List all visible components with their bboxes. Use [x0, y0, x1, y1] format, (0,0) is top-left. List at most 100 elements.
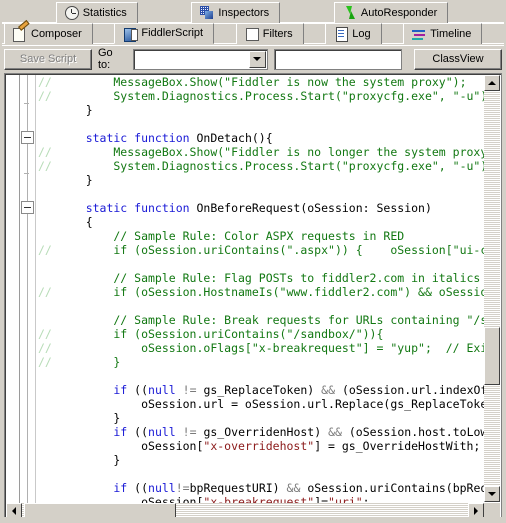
code-token: OnBeforeRequest(oSession: Session) — [196, 201, 432, 215]
code-token: } — [58, 103, 93, 117]
vertical-scrollbar[interactable] — [484, 75, 500, 502]
tab-statistics-label: Statistics — [82, 6, 127, 19]
code-line: // Sample Rule: Break requests for URLs … — [58, 313, 500, 327]
code-token: MessageBox.Show("Fiddler is no longer th… — [58, 145, 500, 159]
tab-row-secondary: Composer FiddlerScript Filters Log Timel… — [2, 23, 505, 46]
code-line: } — [58, 411, 500, 425]
code-line: MessageBox.Show("Fiddler is now the syst… — [58, 75, 500, 89]
code-token: System.Diagnostics.Process.Start("proxyc… — [58, 159, 495, 173]
tab-fiddlerscript[interactable]: FiddlerScript — [114, 23, 215, 44]
tab-row-cap — [502, 2, 505, 23]
arrow-left-icon — [12, 507, 16, 515]
code-line: } — [58, 355, 500, 369]
tab-row-filler-b — [280, 2, 334, 23]
code-token: (( — [127, 425, 149, 439]
lightning-icon — [343, 6, 357, 20]
search-input[interactable] — [273, 48, 402, 70]
code-token: MessageBox.Show("Fiddler is now the syst… — [58, 75, 467, 89]
scroll-down-button[interactable] — [484, 486, 500, 502]
code-lines: MessageBox.Show("Fiddler is now the syst… — [36, 75, 500, 519]
code-line: if (oSession.HostnameIs("www.fiddler2.co… — [58, 285, 500, 299]
timeline-icon — [412, 27, 426, 41]
code-token: if (oSession.HostnameIs("www.fiddler2.co… — [58, 285, 500, 299]
code-line: if (oSession.uriContains("/sandbox/")){ — [58, 327, 500, 341]
code-token: null — [148, 425, 176, 439]
code-editor[interactable]: //// //// // // ////// MessageBox.Show("… — [6, 75, 500, 519]
code-line: if ((null != gs_ReplaceToken) && (oSessi… — [58, 383, 500, 397]
tab-timeline-label: Timeline — [430, 27, 472, 40]
code-text-area[interactable]: //// //// // // ////// MessageBox.Show("… — [36, 75, 500, 519]
tab-row-filler-left — [2, 2, 56, 23]
goto-combobox[interactable] — [132, 48, 268, 70]
clock-icon — [64, 6, 79, 20]
code-line: { — [58, 215, 500, 229]
code-line: if ((null != gs_OverridenHost) && (oSess… — [58, 425, 500, 439]
code-token: if (oSession.uriContains(".aspx")) { oSe… — [58, 243, 500, 257]
code-line: oSession.url = oSession.url.Replace(gs_R… — [58, 397, 500, 411]
code-token: gs_ReplaceToken) — [196, 383, 322, 397]
code-line: // Sample Rule: Flag POSTs to fiddler2.c… — [58, 271, 500, 285]
fold-collapse-box[interactable] — [21, 131, 34, 144]
tab-row2-filler-right — [482, 23, 505, 44]
code-token: (( — [127, 383, 149, 397]
code-token: null — [148, 481, 176, 495]
checkbox-icon — [245, 27, 259, 41]
tab-log-label: Log — [352, 27, 371, 40]
code-line: MessageBox.Show("Fiddler is no longer th… — [58, 145, 500, 159]
save-script-button[interactable]: Save Script — [4, 48, 92, 70]
fiddlerscript-window: Statistics Inspectors AutoResponder Comp… — [0, 0, 506, 523]
fold-collapse-box[interactable] — [21, 201, 34, 214]
code-token: gs_OverridenHost) — [196, 425, 329, 439]
code-token: if — [58, 383, 128, 397]
code-token: static function — [58, 201, 197, 215]
scroll-up-button[interactable] — [484, 75, 500, 91]
tab-row-primary: Statistics Inspectors AutoResponder — [2, 2, 505, 24]
tab-timeline[interactable]: Timeline — [403, 23, 483, 44]
code-token: OnDetach(){ — [196, 131, 273, 145]
tab-statistics[interactable]: Statistics — [55, 2, 138, 23]
code-token: oSession[ — [58, 439, 204, 453]
tab-filters-label: Filters — [262, 27, 293, 40]
classview-button[interactable]: ClassView — [414, 48, 502, 70]
code-line: oSession.oFlags["x-breakrequest"] = "yup… — [58, 341, 500, 355]
code-token: } — [58, 411, 121, 425]
code-token: if (oSession.uriContains("/sandbox/")){ — [58, 327, 384, 341]
tab-inspectors[interactable]: Inspectors — [191, 2, 281, 23]
fold-end-tick — [24, 173, 29, 174]
code-token: (oSession.host.toLower — [341, 425, 500, 439]
code-token: } — [58, 453, 121, 467]
goto-input[interactable] — [134, 50, 249, 69]
editor-margin[interactable] — [6, 75, 20, 519]
tab-composer[interactable]: Composer — [4, 23, 93, 44]
tab-row-filler-right — [448, 2, 503, 23]
editor-fold-gutter[interactable] — [20, 75, 36, 519]
code-token: != — [175, 481, 190, 495]
code-token: if — [58, 425, 128, 439]
vertical-scroll-thumb[interactable] — [484, 327, 500, 385]
tab-autoresponder[interactable]: AutoResponder — [333, 2, 449, 23]
chevron-down-icon — [253, 57, 262, 61]
code-token: oSession.uriContains(bpReque — [300, 481, 500, 495]
goto-dropdown-button[interactable] — [248, 50, 266, 68]
code-line: if ((null!=bpRequestURI) && oSession.uri… — [58, 481, 500, 495]
code-token: && — [286, 481, 301, 495]
code-line: static function OnBeforeRequest(oSession… — [58, 201, 500, 215]
code-editor-frame: //// //// // // ////// MessageBox.Show("… — [4, 73, 502, 521]
tab-autoresponder-label: AutoResponder — [360, 6, 438, 19]
code-line: } — [58, 103, 500, 117]
tab-row2-filler-a — [92, 23, 115, 44]
code-token: (( — [127, 481, 149, 495]
tab-filters[interactable]: Filters — [235, 23, 304, 44]
tab-fiddlerscript-label: FiddlerScript — [141, 27, 204, 39]
tab-row2-filler-b — [214, 23, 236, 44]
goto-label: Go to: — [98, 47, 113, 71]
code-token: oSession.oFlags["x-breakrequest"] = "yup… — [58, 341, 500, 355]
inspectors-icon — [200, 6, 214, 20]
tab-log[interactable]: Log — [325, 23, 382, 44]
